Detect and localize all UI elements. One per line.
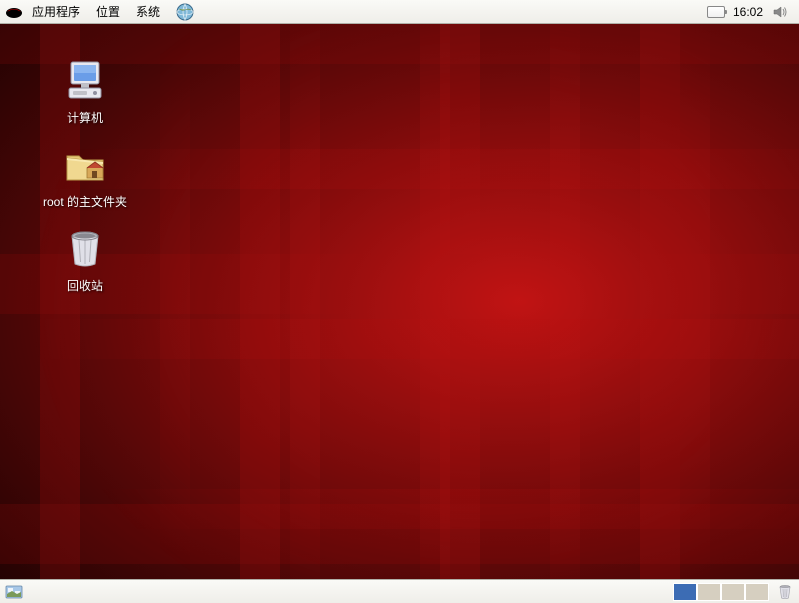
top-panel-left: 应用程序 位置 系统 xyxy=(4,1,196,23)
top-panel-right: 16:02 xyxy=(707,3,795,21)
battery-icon[interactable] xyxy=(707,6,725,18)
desktop-icon-home[interactable]: root 的主文件夹 xyxy=(25,140,145,211)
desktop-icon-label: root 的主文件夹 xyxy=(40,192,130,211)
desktop-icon-label: 计算机 xyxy=(64,108,106,127)
volume-icon[interactable] xyxy=(771,3,789,21)
clock[interactable]: 16:02 xyxy=(733,5,763,19)
applications-menu[interactable]: 应用程序 xyxy=(24,1,88,22)
workspace-1[interactable] xyxy=(673,583,697,601)
workspace-4[interactable] xyxy=(745,583,769,601)
system-menu[interactable]: 系统 xyxy=(128,1,168,22)
home-folder-icon xyxy=(61,140,109,188)
workspace-switcher xyxy=(673,583,769,601)
show-desktop-icon[interactable] xyxy=(4,582,24,602)
desktop-icon-computer[interactable]: 计算机 xyxy=(25,56,145,127)
trash-applet-icon[interactable] xyxy=(775,582,795,602)
places-menu[interactable]: 位置 xyxy=(88,1,128,22)
top-panel: 应用程序 位置 系统 16:02 xyxy=(0,0,799,24)
redhat-logo-icon[interactable] xyxy=(4,2,24,22)
bottom-panel xyxy=(0,579,799,603)
desktop[interactable]: 计算机 root 的主文件夹 xyxy=(0,24,799,579)
computer-icon xyxy=(61,56,109,104)
workspace-2[interactable] xyxy=(697,583,721,601)
browser-launcher-icon[interactable] xyxy=(174,1,196,23)
workspace-3[interactable] xyxy=(721,583,745,601)
desktop-icon-label: 回收站 xyxy=(64,276,106,295)
trash-icon xyxy=(61,224,109,272)
desktop-icon-trash[interactable]: 回收站 xyxy=(25,224,145,295)
